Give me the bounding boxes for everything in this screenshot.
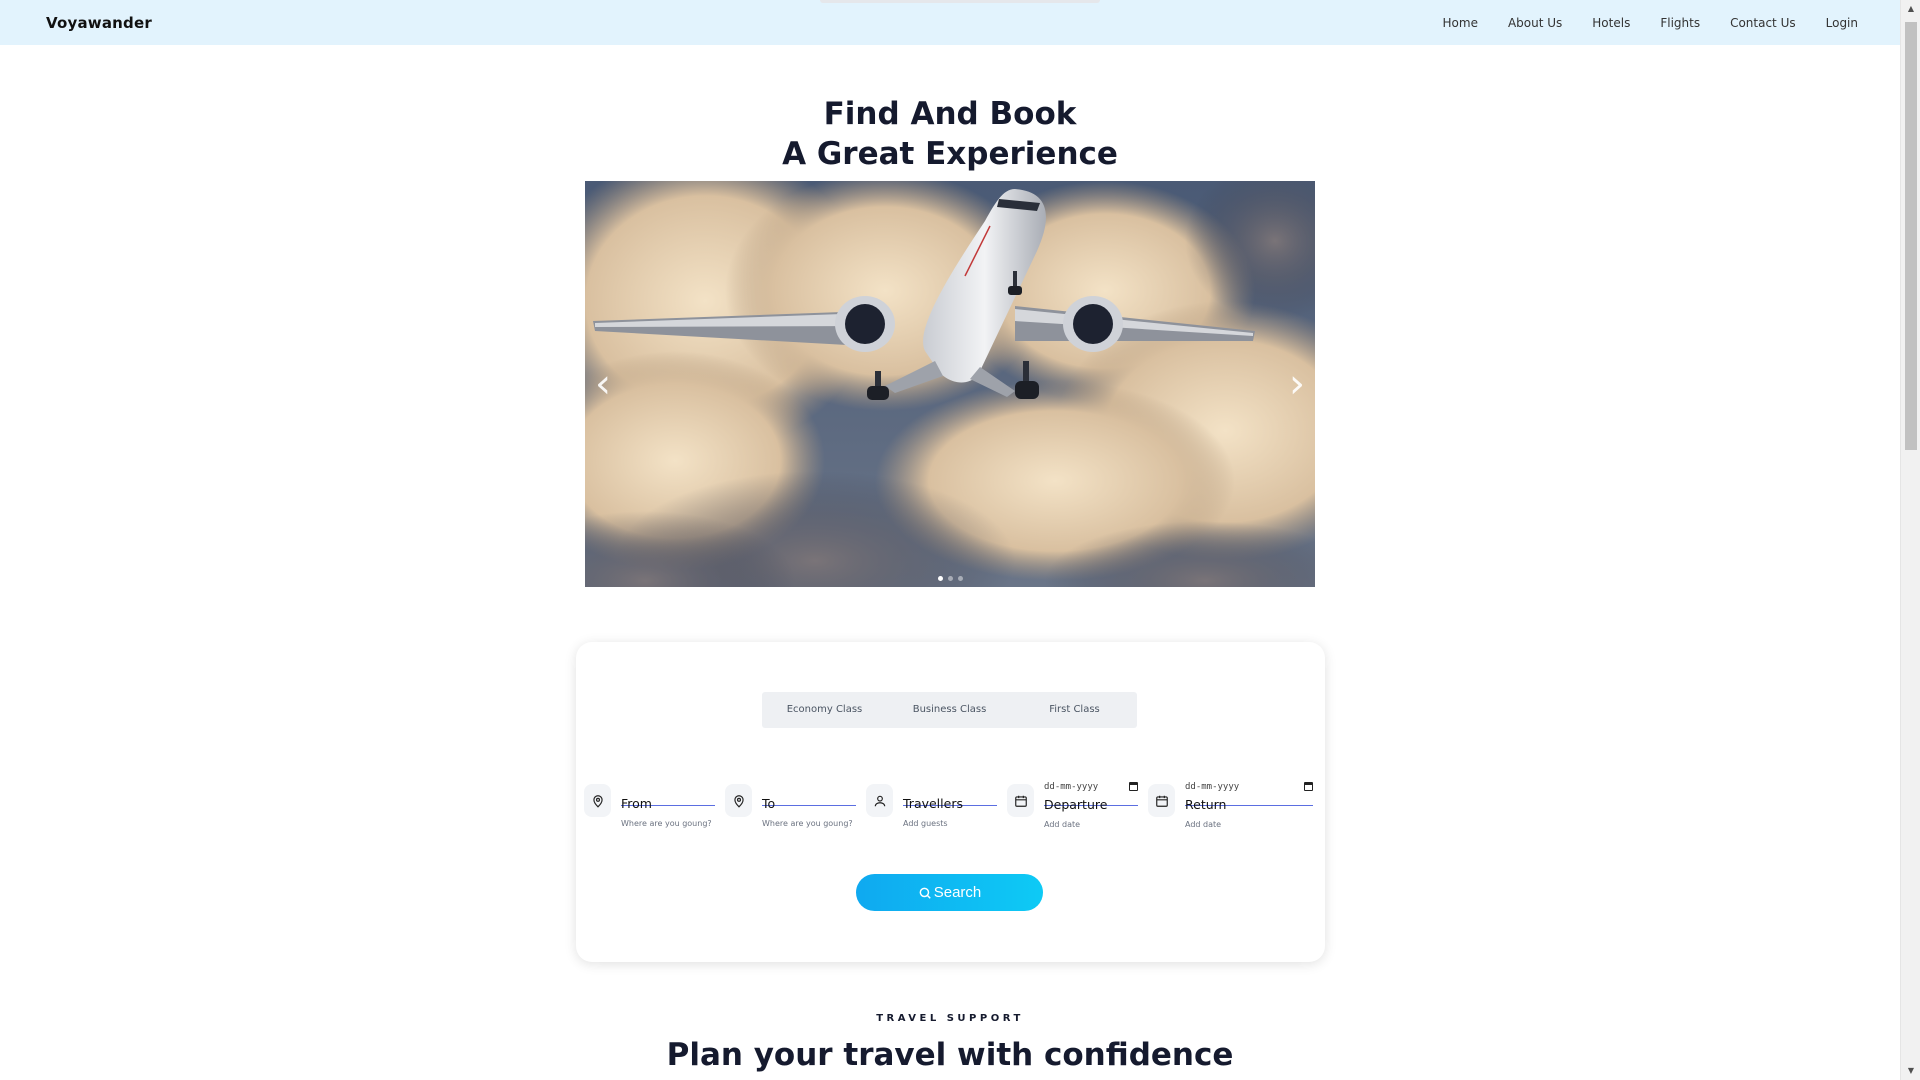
brand-logo[interactable]: Voyawander [46, 14, 152, 32]
carousel-dot-1[interactable] [937, 576, 943, 581]
scroll-down-icon[interactable]: ▼ [1901, 1062, 1920, 1080]
user-icon [866, 784, 893, 817]
travellers-label: Travellers [903, 796, 963, 811]
date-picker-icon[interactable] [1304, 782, 1313, 791]
nav-link-contact-us[interactable]: Contact Us [1715, 16, 1811, 30]
nav-links: Home About Us Hotels Flights Contact Us … [1428, 16, 1873, 30]
section-eyebrow: TRAVEL SUPPORT [876, 1013, 1024, 1024]
nav-link-hotels[interactable]: Hotels [1577, 16, 1645, 30]
search-button[interactable]: Search [856, 874, 1043, 911]
calendar-icon [1148, 784, 1175, 817]
nav-link-login[interactable]: Login [1811, 16, 1873, 30]
scroll-up-icon[interactable]: ▲ [1901, 0, 1920, 18]
nav-link-flights[interactable]: Flights [1645, 16, 1715, 30]
search-button-label: Search [933, 884, 982, 901]
from-label: From [621, 796, 652, 811]
carousel-next-button[interactable]: › [1282, 361, 1312, 407]
carousel-indicators [585, 576, 1315, 581]
date-picker-icon[interactable] [1129, 782, 1138, 791]
nav-link-home[interactable]: Home [1428, 16, 1493, 30]
map-pin-icon [725, 784, 752, 817]
departure-date-placeholder: dd-mm-yyyy [1044, 782, 1099, 792]
booking-card: Economy Class Business Class First Class… [576, 642, 1325, 962]
hero-title-line-2: A Great Experience [782, 136, 1118, 172]
hero-carousel[interactable]: ‹ › [585, 181, 1315, 587]
from-field: From Where are you goung? [584, 778, 725, 833]
from-hint: Where are you goung? [621, 819, 712, 828]
map-pin-icon [584, 784, 611, 817]
travellers-field: Travellers Add guests [866, 778, 1007, 833]
departure-label: Departure [1044, 797, 1108, 812]
top-navbar: Voyawander Home About Us Hotels Flights … [0, 0, 1900, 45]
tab-business-class[interactable]: Business Class [887, 692, 1012, 728]
class-tabs: Economy Class Business Class First Class [762, 692, 1137, 728]
carousel-dot-2[interactable] [947, 576, 953, 581]
calendar-icon [1007, 784, 1034, 817]
to-hint: Where are you goung? [762, 819, 853, 828]
to-field: To Where are you goung? [725, 778, 866, 833]
chevron-right-icon: › [1289, 361, 1305, 407]
return-hint: Add date [1185, 820, 1222, 829]
hero-title-line-1: Find And Book [823, 96, 1077, 132]
section-title: Plan your travel with confidence [666, 1037, 1234, 1073]
departure-hint: Add date [1044, 820, 1081, 829]
search-icon [919, 887, 931, 899]
return-label: Return [1185, 797, 1227, 812]
return-field: dd-mm-yyyy Return Add date [1148, 778, 1323, 833]
travellers-hint: Add guests [903, 819, 948, 828]
to-input[interactable] [762, 778, 856, 806]
search-fields: From Where are you goung? To Where are y… [584, 778, 1323, 833]
chevron-left-icon: ‹ [595, 361, 611, 407]
return-date-placeholder: dd-mm-yyyy [1185, 782, 1240, 792]
scrollbar-thumb[interactable] [1905, 22, 1917, 450]
tab-first-class[interactable]: First Class [1012, 692, 1137, 728]
nav-link-about-us[interactable]: About Us [1493, 16, 1577, 30]
hero-title: Find And Book A Great Experience [0, 94, 1900, 174]
departure-field: dd-mm-yyyy Departure Add date [1007, 778, 1148, 833]
carousel-prev-button[interactable]: ‹ [588, 361, 618, 407]
to-label: To [762, 796, 776, 811]
carousel-dot-3[interactable] [957, 576, 963, 581]
tab-economy-class[interactable]: Economy Class [762, 692, 887, 728]
top-tab-decoration [820, 0, 1100, 3]
page-scrollbar[interactable]: ▲ ▼ [1900, 0, 1920, 1080]
airplane-image [585, 181, 1315, 587]
